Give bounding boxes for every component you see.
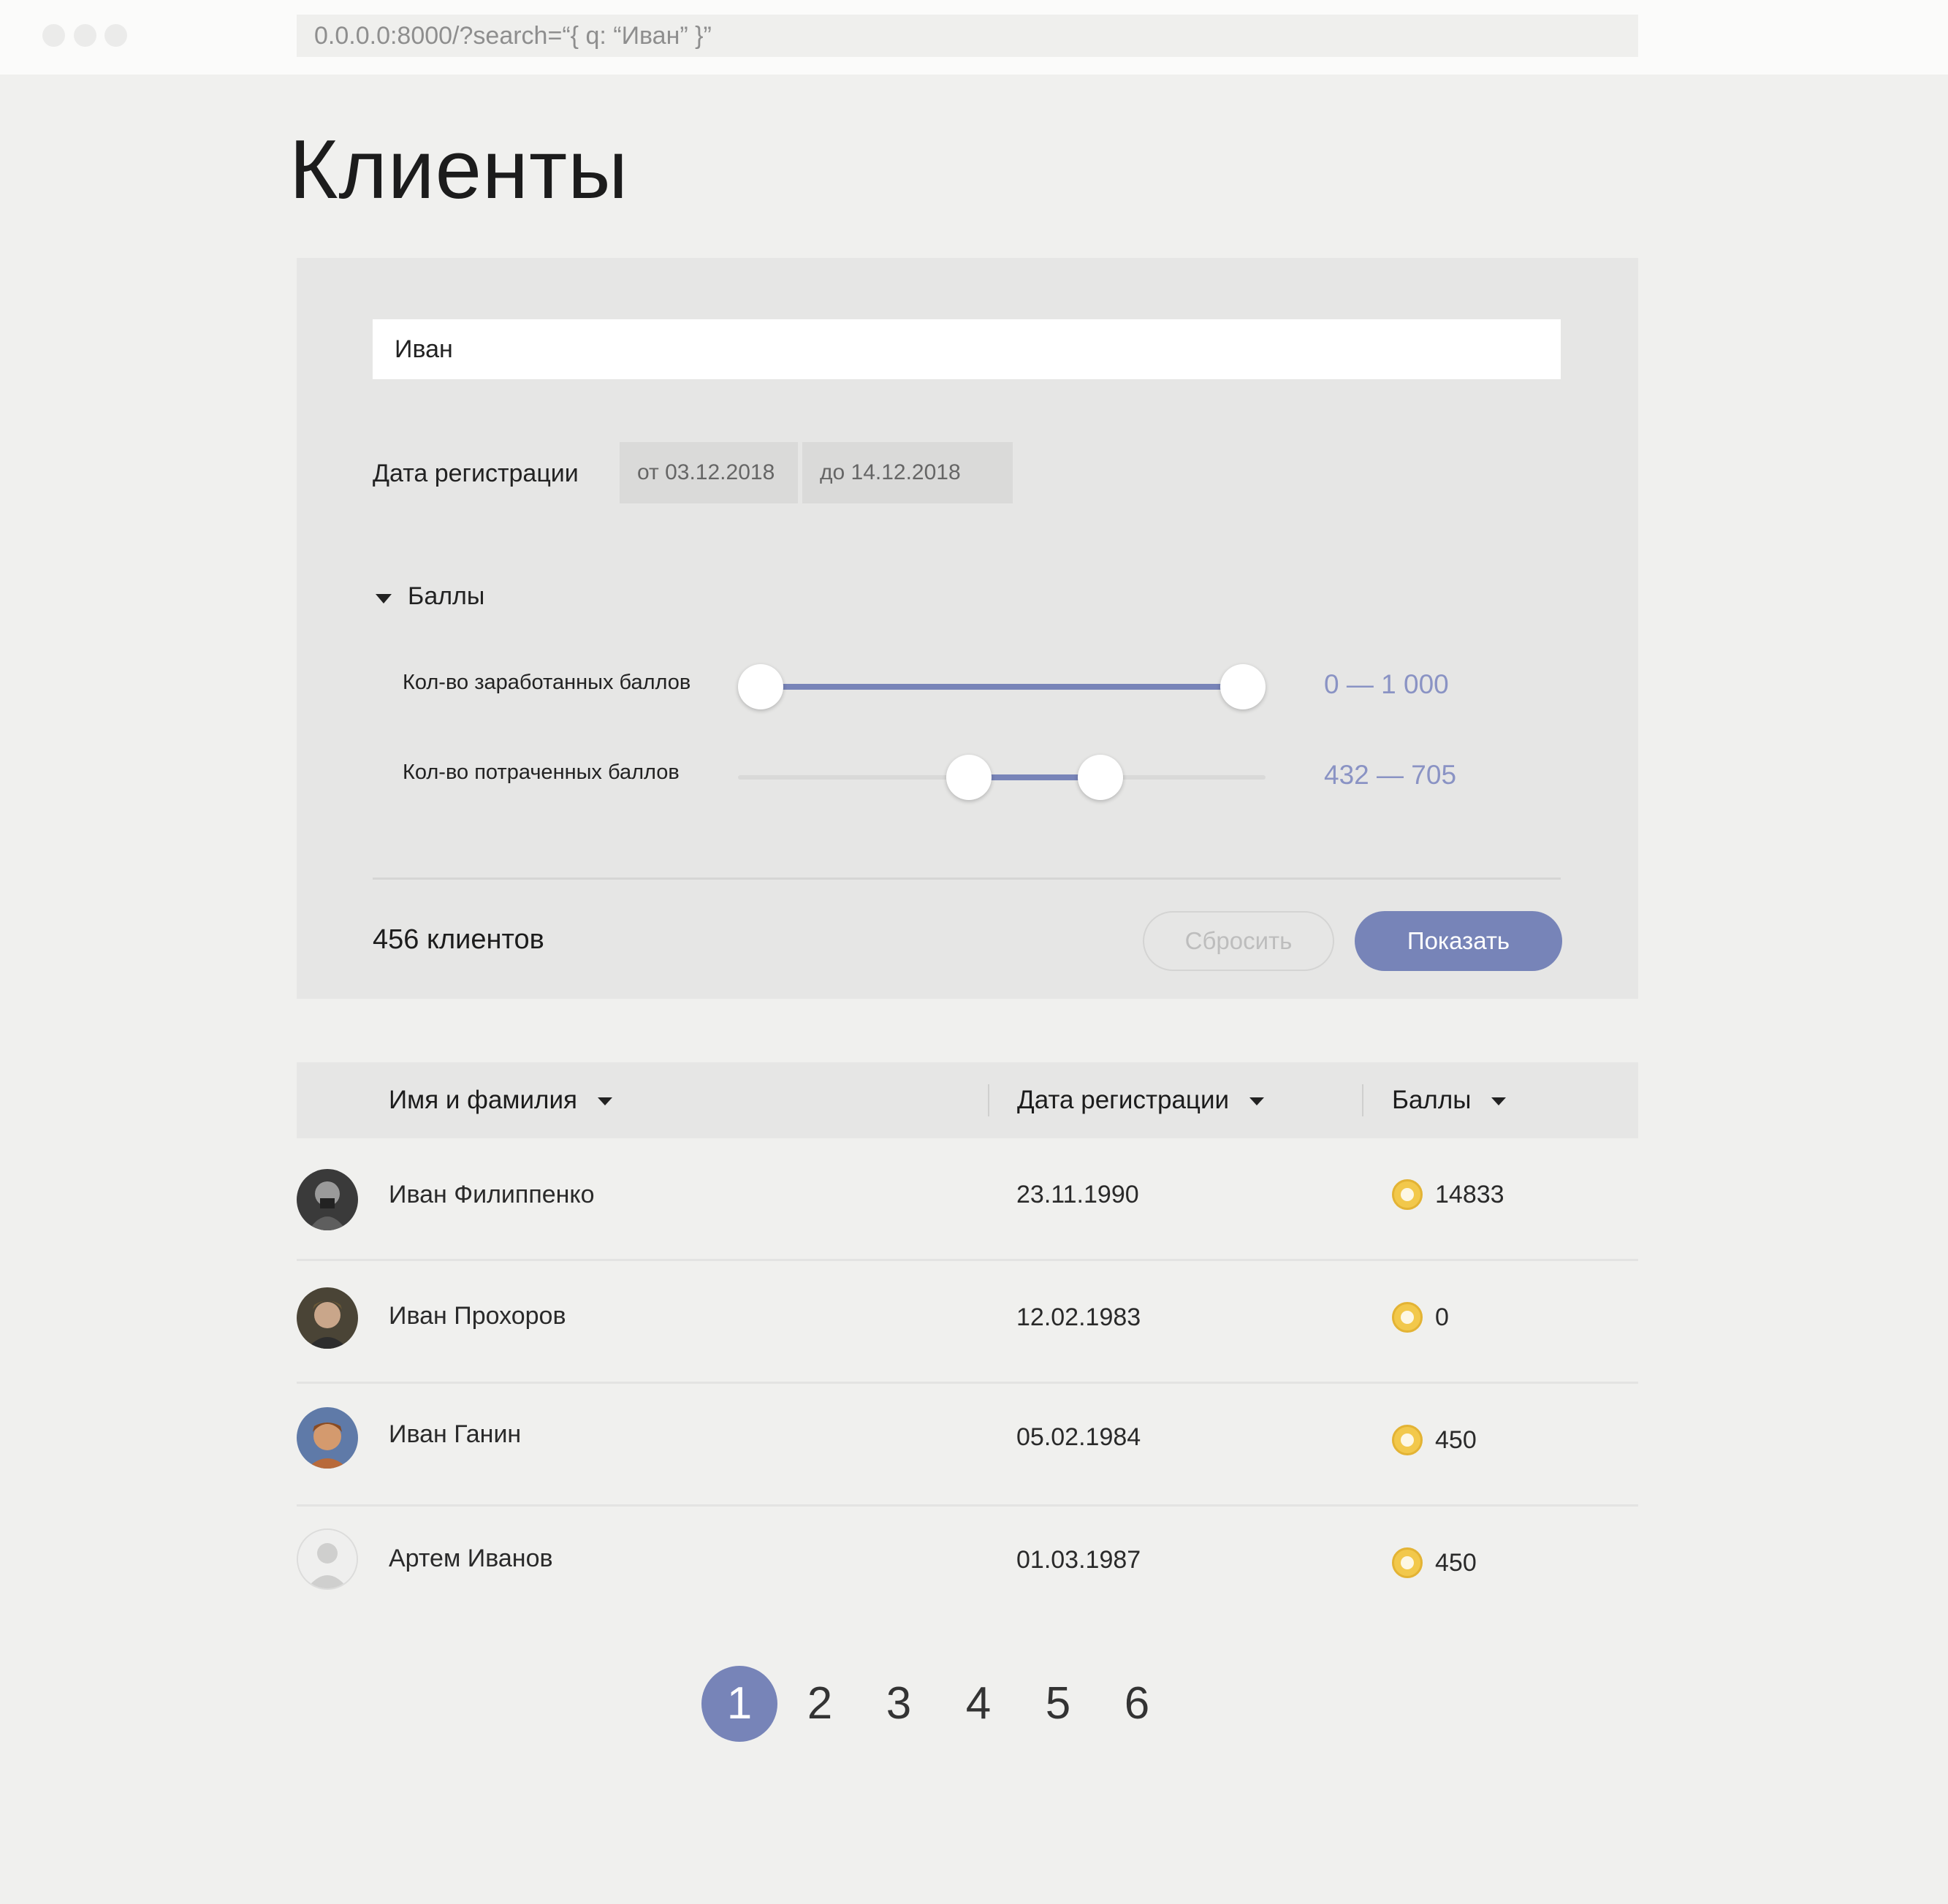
show-button[interactable]: Показать: [1355, 911, 1562, 971]
coin-icon: [1392, 1547, 1423, 1578]
client-name[interactable]: Иван Ганин: [389, 1420, 521, 1449]
slider-max-handle[interactable]: [1220, 664, 1266, 709]
column-header-date[interactable]: Дата регистрации: [1017, 1062, 1265, 1138]
registration-date: 23.11.1990: [1016, 1181, 1139, 1208]
slider-max-handle[interactable]: [1078, 755, 1124, 800]
earned-points-slider[interactable]: [738, 661, 1266, 712]
page-3[interactable]: 3: [861, 1666, 937, 1742]
coin-icon: [1392, 1425, 1423, 1455]
browser-chrome: 0.0.0.0:8000/?search=“{ q: “Иван” }”: [0, 0, 1948, 75]
avatar: [297, 1169, 358, 1230]
points-section-label: Баллы: [408, 582, 485, 610]
column-header-name[interactable]: Имя и фамилия: [389, 1062, 612, 1138]
earned-points-range: 0 — 1 000: [1324, 669, 1449, 699]
spent-points-slider[interactable]: [738, 752, 1266, 803]
search-input[interactable]: [373, 319, 1561, 379]
slider-min-handle[interactable]: [946, 755, 992, 800]
registration-date: 05.02.1984: [1016, 1423, 1141, 1451]
chevron-down-icon: [376, 594, 392, 603]
date-from-field[interactable]: от 03.12.2018: [620, 442, 798, 503]
column-header-label: Баллы: [1392, 1086, 1472, 1114]
avatar-placeholder: [297, 1528, 358, 1590]
points-value: 14833: [1435, 1181, 1504, 1208]
avatar: [297, 1407, 358, 1469]
sort-caret-icon: [597, 1097, 612, 1106]
result-count: 456 клиентов: [373, 924, 544, 955]
registration-date: 12.02.1983: [1016, 1303, 1141, 1331]
table-row[interactable]: Иван Филиппенко 23.11.1990 14833: [297, 1138, 1638, 1261]
reset-button[interactable]: Сбросить: [1143, 911, 1334, 971]
page-1[interactable]: 1: [701, 1666, 777, 1742]
table-header: Имя и фамилия Дата регистрации Баллы: [297, 1062, 1638, 1138]
page-title: Клиенты: [289, 123, 629, 216]
column-separator: [1362, 1084, 1363, 1116]
points-section-toggle[interactable]: Баллы: [373, 579, 519, 616]
slider-range-fill: [761, 684, 1243, 690]
coin-icon: [1392, 1179, 1423, 1210]
table-row[interactable]: Артем Иванов 01.03.1987 450: [297, 1507, 1638, 1629]
spent-points-range: 432 — 705: [1324, 760, 1457, 790]
window-maximize-dot[interactable]: [104, 24, 127, 47]
client-name[interactable]: Иван Прохоров: [389, 1302, 566, 1330]
points-value: 450: [1435, 1549, 1477, 1577]
column-separator: [988, 1084, 989, 1116]
page-2[interactable]: 2: [782, 1666, 858, 1742]
page-6[interactable]: 6: [1099, 1666, 1175, 1742]
address-bar[interactable]: 0.0.0.0:8000/?search=“{ q: “Иван” }”: [297, 15, 1638, 57]
sort-caret-icon: [1249, 1097, 1265, 1106]
page-4[interactable]: 4: [940, 1666, 1016, 1742]
column-header-label: Имя и фамилия: [389, 1086, 577, 1114]
client-name[interactable]: Иван Филиппенко: [389, 1181, 595, 1209]
column-header-label: Дата регистрации: [1017, 1086, 1230, 1114]
window-minimize-dot[interactable]: [74, 24, 96, 47]
registration-date: 01.03.1987: [1016, 1546, 1141, 1574]
filter-panel: Дата регистрации от 03.12.2018 до 14.12.…: [297, 258, 1638, 999]
points-value: 450: [1435, 1426, 1477, 1454]
coin-icon: [1392, 1302, 1423, 1333]
table-row[interactable]: Иван Прохоров 12.02.1983 0: [297, 1261, 1638, 1384]
client-name[interactable]: Артем Иванов: [389, 1545, 553, 1573]
date-to-field[interactable]: до 14.12.2018: [802, 442, 1013, 503]
table-row[interactable]: Иван Ганин 05.02.1984 450: [297, 1384, 1638, 1507]
slider-min-handle[interactable]: [738, 664, 783, 709]
registration-date-label: Дата регистрации: [373, 460, 579, 487]
earned-points-label: Кол-во заработанных баллов: [403, 671, 691, 694]
panel-divider: [373, 877, 1561, 880]
spent-points-label: Кол-во потраченных баллов: [403, 761, 680, 784]
sort-caret-icon: [1491, 1097, 1507, 1106]
points-value: 0: [1435, 1303, 1449, 1331]
window-close-dot[interactable]: [42, 24, 65, 47]
avatar: [297, 1287, 358, 1349]
page-5[interactable]: 5: [1020, 1666, 1096, 1742]
column-header-points[interactable]: Баллы: [1392, 1062, 1507, 1138]
